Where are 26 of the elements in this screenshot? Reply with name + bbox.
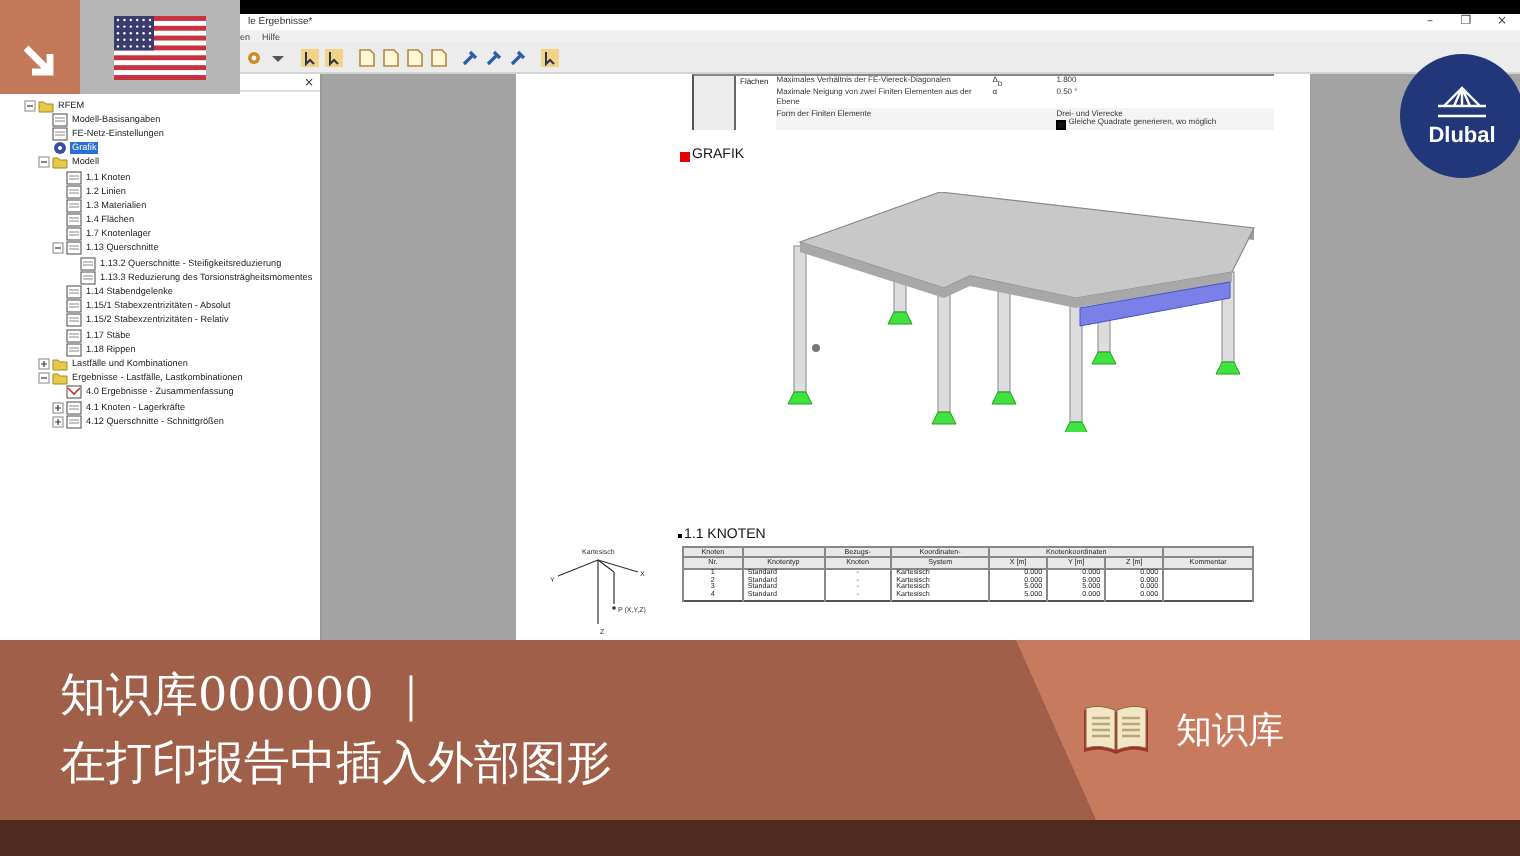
folder-icon [52, 154, 68, 171]
expand-toggle[interactable] [24, 99, 36, 112]
expand-toggle[interactable] [52, 242, 64, 255]
open-book-icon [1080, 702, 1152, 758]
cursor-icon[interactable] [324, 47, 344, 67]
gear-icon[interactable] [244, 47, 264, 67]
cursor-icon[interactable] [300, 47, 320, 67]
expand-toggle[interactable] [52, 415, 64, 428]
category-tag: 知识库 [1176, 706, 1284, 754]
flag-icon [114, 15, 206, 79]
logo-text: Dlubal [1428, 123, 1496, 147]
cursor-icon[interactable] [540, 47, 560, 67]
bridge-icon [1436, 85, 1488, 117]
tool-icon[interactable] [460, 47, 480, 67]
expand-toggle[interactable] [52, 401, 64, 414]
section-marker-icon [680, 151, 690, 161]
folder-icon [38, 97, 54, 114]
expand-toggle[interactable] [38, 156, 50, 169]
globe-icon [52, 140, 68, 157]
chart-page-icon [66, 384, 82, 401]
tool-icon[interactable] [484, 47, 504, 67]
banner-subtitle: 在打印报告中插入外部图形 [60, 736, 614, 792]
tool-icon[interactable] [508, 47, 528, 67]
expand-toggle[interactable] [38, 372, 50, 385]
banner-title: 知识库000000 ｜ [60, 668, 437, 724]
expand-toggle[interactable] [38, 357, 50, 370]
